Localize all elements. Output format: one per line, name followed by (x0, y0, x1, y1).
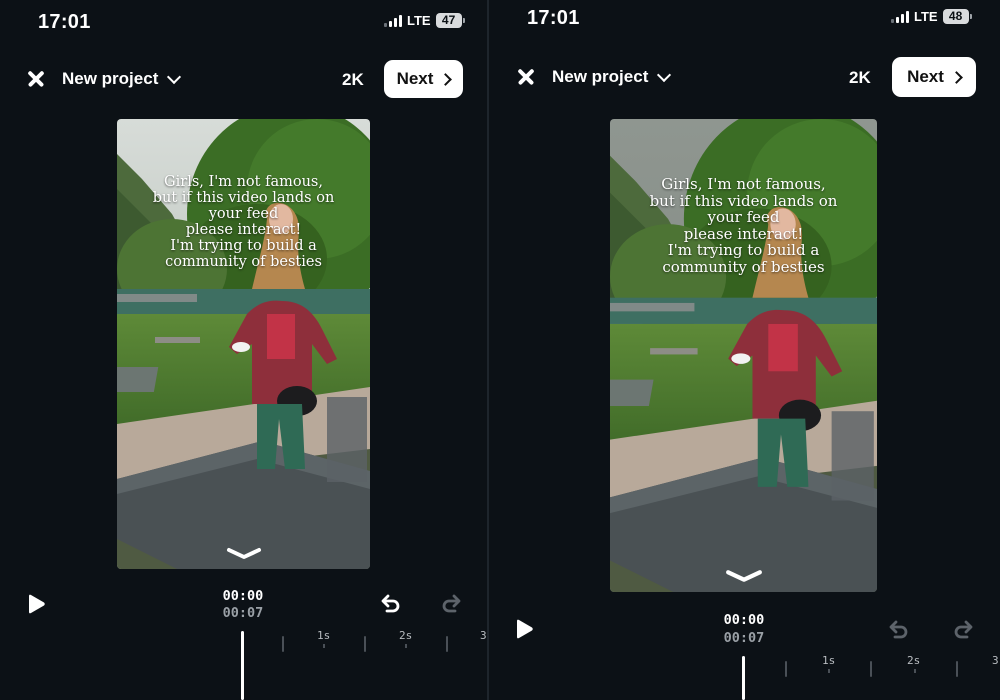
caption-line: community of besties (165, 253, 322, 270)
chevron-down-icon (167, 69, 182, 84)
editor-screens: 17:01 LTE 47 New project 2K Next Girls, … (0, 0, 1000, 700)
caption-line: I'm trying to build a (170, 237, 317, 254)
next-button-label: Next (396, 69, 434, 88)
editor-panel-left: 17:01 LTE 47 New project 2K Next Girls, … (0, 0, 487, 700)
ruler-tick (282, 636, 284, 652)
ruler-tick (785, 661, 787, 677)
ruler-tick (446, 636, 448, 652)
network-type: LTE (914, 9, 938, 24)
battery-icon: 48 (942, 9, 972, 24)
battery-level: 48 (942, 9, 969, 24)
resolution-button[interactable]: 2K (342, 70, 364, 90)
ruler-label: 1s (317, 629, 331, 642)
play-icon[interactable] (26, 594, 46, 614)
close-icon[interactable] (25, 68, 47, 90)
caption-line: please interact! (683, 224, 804, 243)
ruler-tick (364, 636, 366, 652)
ruler-label: 2s (399, 629, 413, 642)
chevron-down-icon (657, 67, 672, 82)
project-title-dropdown[interactable]: New project (62, 69, 182, 89)
status-icons: LTE 48 (891, 9, 972, 24)
playhead[interactable] (742, 656, 745, 700)
ruler-dot (828, 669, 830, 673)
project-title: New project (62, 69, 159, 88)
status-time: 17:01 (38, 11, 91, 33)
ruler-label: 3 (992, 654, 999, 667)
undo-icon[interactable] (887, 618, 909, 640)
total-time: 00:07 (723, 630, 765, 646)
collapse-chevron-icon[interactable] (226, 547, 262, 561)
caption-line: but if this video lands on (649, 191, 838, 210)
network-type: LTE (407, 13, 431, 28)
ruler-dot (405, 644, 407, 648)
caption-line: your feed (707, 208, 780, 226)
video-caption: Girls, I'm not famous, but if this video… (610, 176, 877, 275)
caption-line: I'm trying to build a (667, 241, 820, 259)
undo-icon[interactable] (379, 592, 401, 614)
chevron-right-icon (439, 72, 453, 86)
collapse-chevron-icon[interactable] (725, 569, 763, 584)
current-time: 00:00 (723, 612, 765, 628)
chevron-right-icon (950, 70, 963, 84)
status-time: 17:01 (527, 7, 580, 29)
ruler-label: 3 (480, 629, 487, 642)
top-bar: New project (515, 66, 672, 88)
caption-line: but if this video lands on (152, 189, 335, 206)
ruler-dot (914, 669, 916, 673)
caption-line: Girls, I'm not famous, (164, 174, 323, 190)
next-button-label: Next (907, 67, 944, 86)
battery-icon: 47 (435, 13, 465, 28)
close-icon[interactable] (515, 66, 537, 88)
redo-icon[interactable] (953, 618, 975, 640)
current-time: 00:00 (222, 588, 264, 604)
signal-icon (384, 14, 402, 27)
total-time: 00:07 (222, 605, 264, 621)
timeline-ruler[interactable]: 1s 2s 3 (731, 654, 1000, 697)
play-icon[interactable] (514, 619, 534, 639)
timeline-ruler[interactable]: 1s 2s 3 (230, 629, 487, 672)
caption-line: community of besties (662, 257, 825, 276)
battery-level: 47 (435, 13, 462, 28)
status-icons: LTE 47 (384, 13, 465, 28)
video-caption: Girls, I'm not famous, but if this video… (117, 174, 370, 271)
top-bar: New project (25, 68, 182, 90)
ruler-dot (323, 644, 325, 648)
next-button[interactable]: Next (892, 57, 976, 97)
video-preview[interactable]: Girls, I'm not famous, but if this video… (117, 119, 370, 569)
editor-panel-right: 17:01 LTE 48 New project 2K Next Girls, … (489, 0, 1000, 700)
caption-line: your feed (208, 205, 279, 222)
ruler-label: 1s (822, 654, 836, 667)
ruler-tick (870, 661, 872, 677)
caption-line: please interact! (185, 221, 302, 238)
next-button[interactable]: Next (384, 60, 463, 98)
resolution-button[interactable]: 2K (849, 68, 871, 88)
caption-line: Girls, I'm not famous, (661, 175, 826, 193)
signal-icon (891, 10, 909, 23)
playhead[interactable] (241, 631, 244, 700)
ruler-label: 2s (907, 654, 921, 667)
redo-icon[interactable] (441, 592, 463, 614)
video-preview[interactable]: Girls, I'm not famous, but if this video… (610, 119, 877, 592)
ruler-tick (956, 661, 958, 677)
project-title: New project (552, 67, 649, 86)
project-title-dropdown[interactable]: New project (552, 67, 672, 87)
